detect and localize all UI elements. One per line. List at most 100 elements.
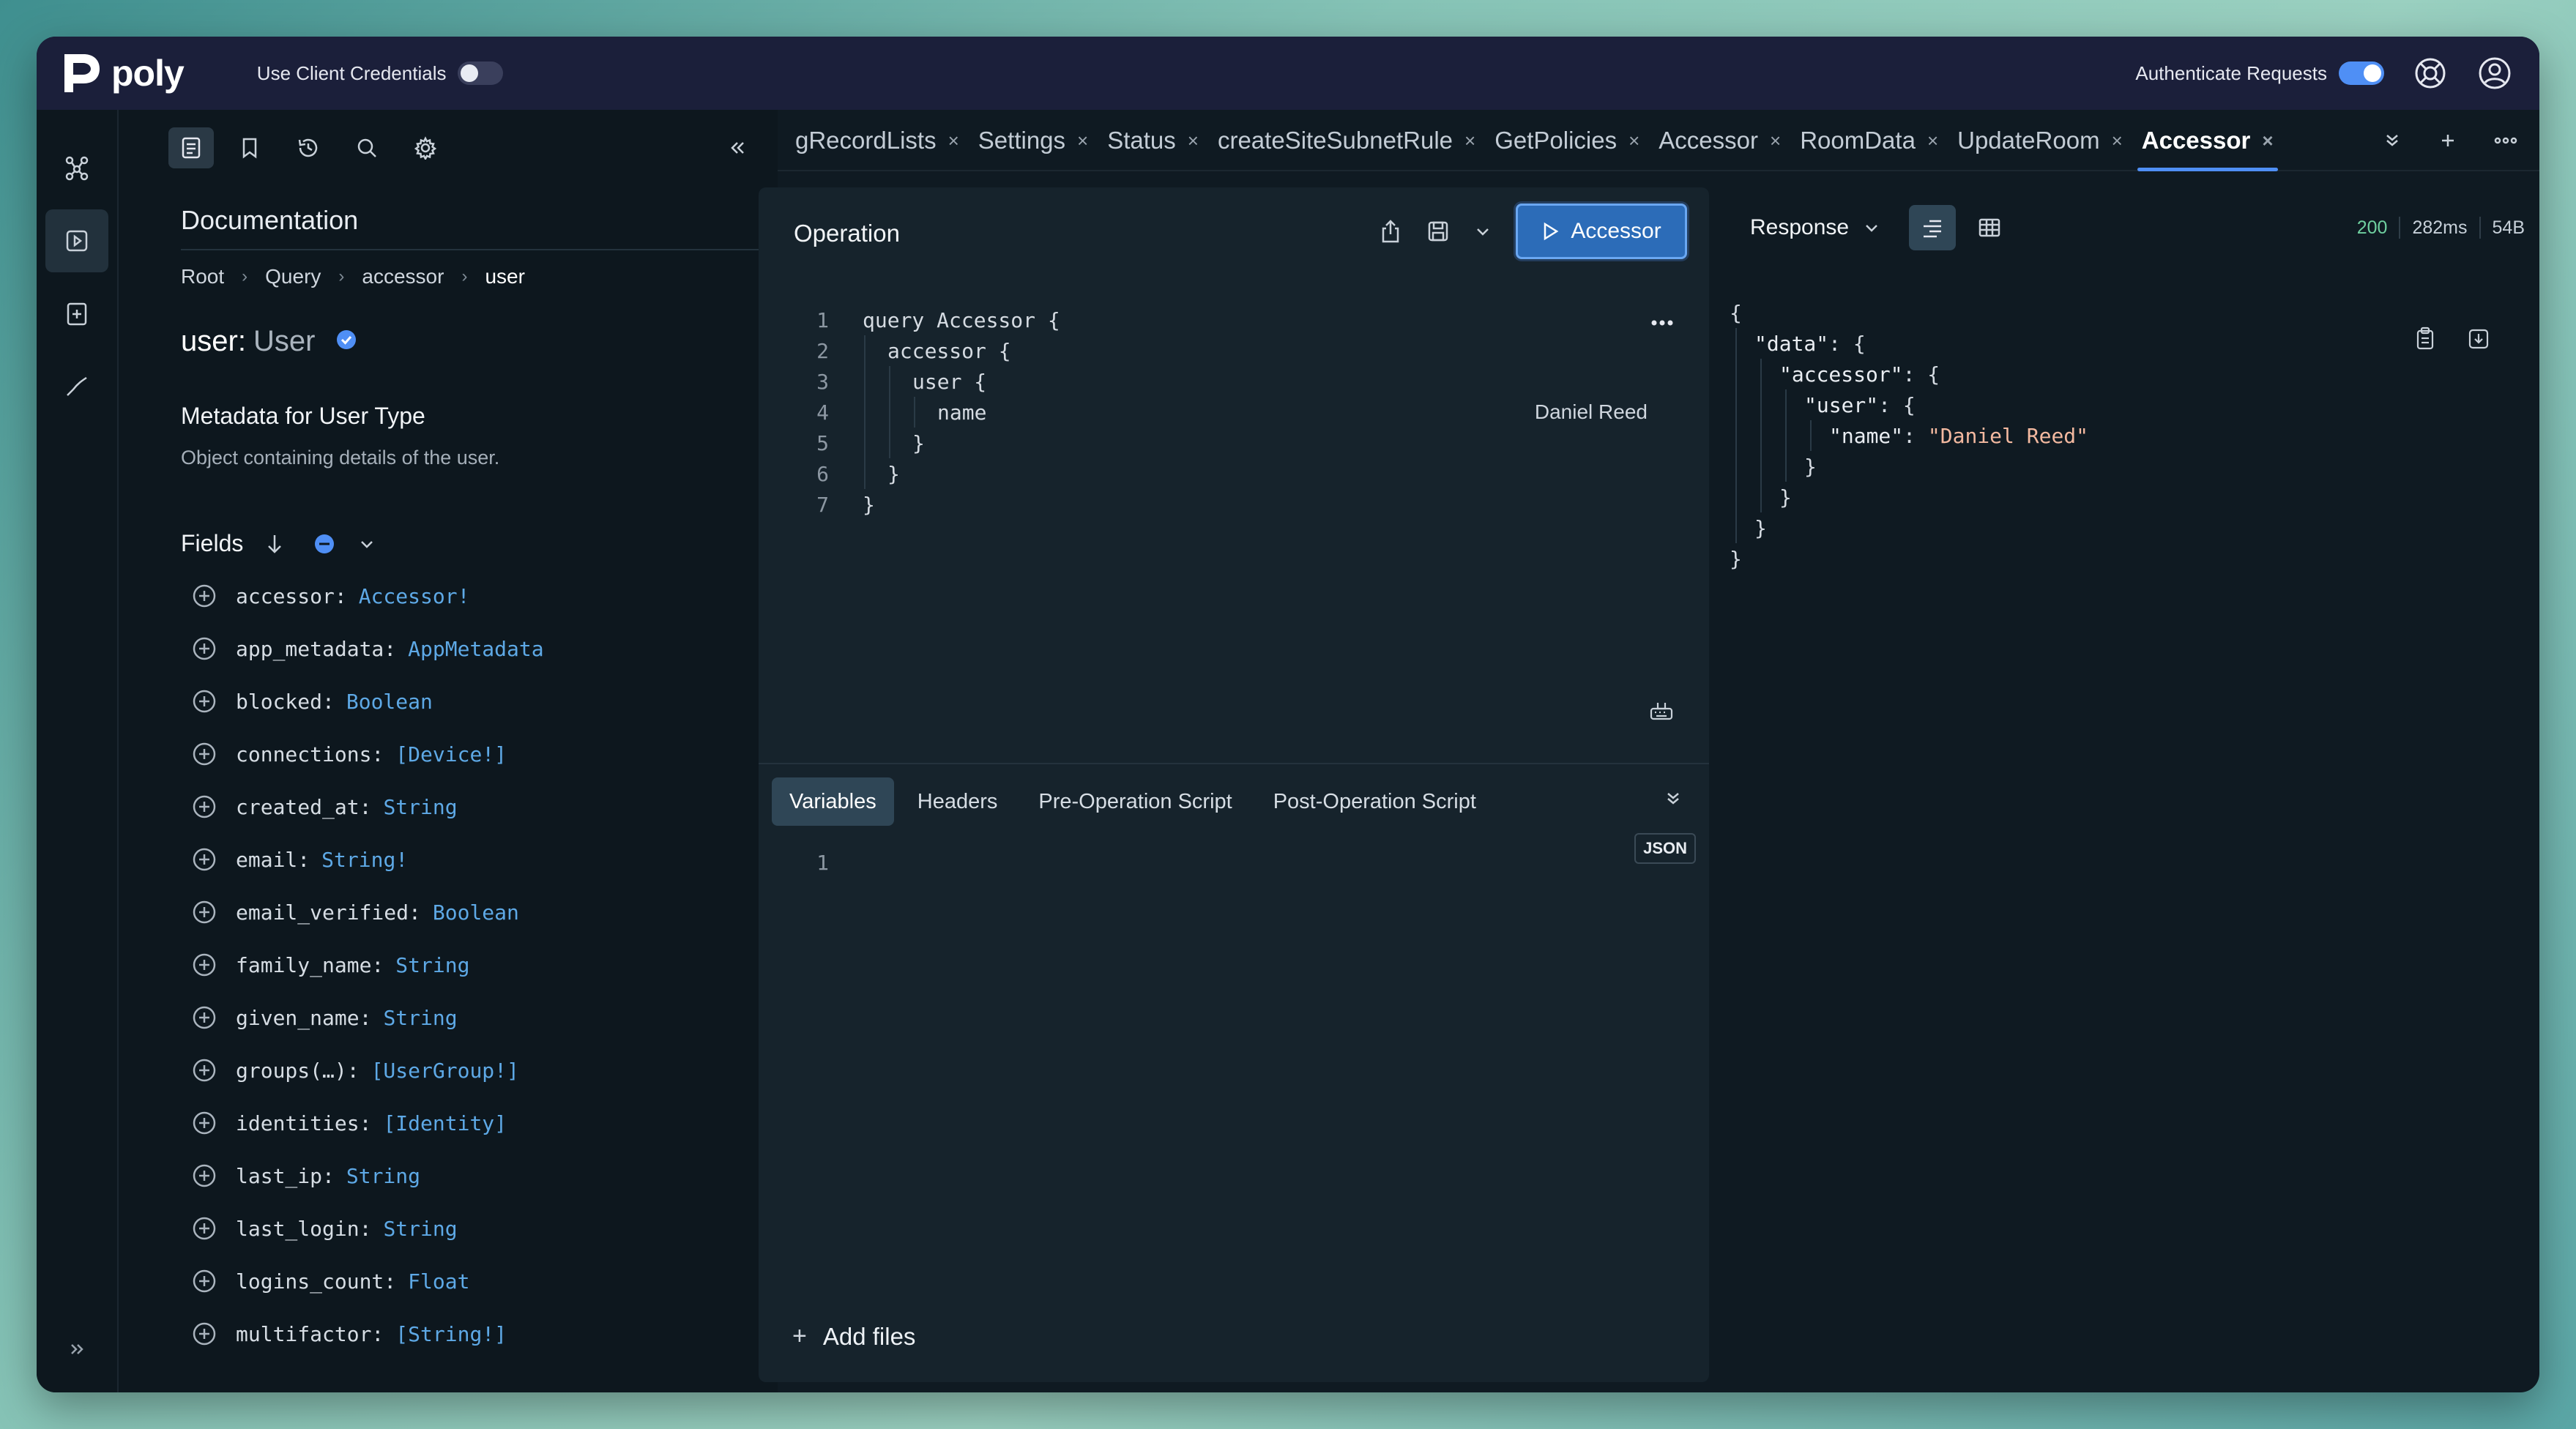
breadcrumb-query[interactable]: Query: [265, 265, 321, 288]
collapse-panel-icon[interactable]: [715, 127, 760, 168]
document-icon[interactable]: [168, 127, 214, 168]
add-field-icon[interactable]: [192, 1269, 217, 1294]
chevron-down-icon[interactable]: [359, 536, 375, 552]
close-icon[interactable]: ×: [1464, 130, 1475, 152]
add-field-icon[interactable]: [192, 742, 217, 766]
field-type[interactable]: Boolean: [346, 690, 433, 714]
field-row[interactable]: identities: [Identity]: [192, 1097, 763, 1149]
response-dropdown[interactable]: Response: [1750, 215, 1880, 240]
check-icon[interactable]: [45, 356, 108, 419]
field-row[interactable]: connections: [Device!]: [192, 728, 763, 780]
close-icon[interactable]: ×: [2262, 130, 2273, 152]
tab-accessor[interactable]: Accessor ×: [1659, 110, 1781, 171]
sort-down-icon[interactable]: [265, 533, 284, 555]
query-editor[interactable]: 1 query Accessor { 2 accessor { 3 user {…: [788, 305, 1681, 520]
add-field-icon[interactable]: [192, 847, 217, 872]
add-field-icon[interactable]: [192, 636, 217, 661]
prettify-icon[interactable]: [1649, 700, 1674, 725]
collapse-all-icon[interactable]: [313, 533, 335, 555]
close-icon[interactable]: ×: [1628, 130, 1639, 152]
add-field-icon[interactable]: [192, 1216, 217, 1241]
field-type[interactable]: String: [383, 1006, 457, 1030]
breadcrumb-root[interactable]: Root: [181, 265, 224, 288]
field-row[interactable]: last_login: String: [192, 1202, 763, 1255]
field-type[interactable]: AppMetadata: [408, 637, 543, 661]
add-field-icon[interactable]: [192, 1005, 217, 1030]
authenticate-requests-toggle[interactable]: [2339, 61, 2384, 85]
tab-grecordlists[interactable]: gRecordLists ×: [795, 110, 959, 171]
add-field-icon[interactable]: [192, 1111, 217, 1135]
field-row[interactable]: logins_count: Float: [192, 1255, 763, 1307]
field-row[interactable]: given_name: String: [192, 991, 763, 1044]
add-field-icon[interactable]: [192, 900, 217, 925]
field-type[interactable]: Float: [408, 1269, 469, 1294]
bookmark-icon[interactable]: [227, 127, 272, 168]
field-row[interactable]: email_verified: Boolean: [192, 886, 763, 939]
share-icon[interactable]: [1380, 219, 1401, 244]
tab-variables[interactable]: Variables: [772, 777, 894, 826]
field-row[interactable]: groups(…): [UserGroup!]: [192, 1044, 763, 1097]
chevron-down-icon[interactable]: [1475, 223, 1491, 239]
tab-roomdata[interactable]: RoomData ×: [1800, 110, 1938, 171]
add-field-icon[interactable]: [192, 1058, 217, 1083]
field-row[interactable]: app_metadata: AppMetadata: [192, 622, 763, 675]
copy-icon[interactable]: [2415, 327, 2435, 354]
run-icon[interactable]: [45, 209, 108, 272]
use-client-credentials-toggle[interactable]: [458, 61, 504, 85]
help-icon[interactable]: [2412, 55, 2449, 92]
field-type[interactable]: [Device!]: [395, 742, 507, 766]
breadcrumb-accessor[interactable]: accessor: [362, 265, 444, 288]
gear-icon[interactable]: [403, 127, 448, 168]
add-field-icon[interactable]: [192, 1163, 217, 1188]
tab-settings[interactable]: Settings ×: [978, 110, 1088, 171]
tab-status[interactable]: Status ×: [1107, 110, 1199, 171]
field-row[interactable]: multifactor: [String!]: [192, 1307, 763, 1360]
field-type[interactable]: [Identity]: [383, 1111, 507, 1135]
close-icon[interactable]: ×: [948, 130, 959, 152]
tab-createsitesubnetrule[interactable]: createSiteSubnetRule ×: [1218, 110, 1475, 171]
close-icon[interactable]: ×: [1077, 130, 1088, 152]
close-icon[interactable]: ×: [2112, 130, 2123, 152]
close-icon[interactable]: ×: [1927, 130, 1938, 152]
field-type[interactable]: String: [383, 795, 457, 819]
field-type[interactable]: String: [383, 1217, 457, 1241]
field-type[interactable]: Boolean: [433, 900, 519, 925]
tab-post-operation-script[interactable]: Post-Operation Script: [1256, 777, 1494, 826]
text-view-icon[interactable]: [1909, 205, 1957, 250]
close-icon[interactable]: ×: [1770, 130, 1781, 152]
tab-updateroom[interactable]: UpdateRoom ×: [1957, 110, 2123, 171]
add-field-icon[interactable]: [192, 794, 217, 819]
tab-pre-operation-script[interactable]: Pre-Operation Script: [1021, 777, 1249, 826]
add-field-icon[interactable]: [192, 583, 217, 608]
tab-headers[interactable]: Headers: [900, 777, 1016, 826]
history-icon[interactable]: [286, 127, 331, 168]
field-row[interactable]: email: String!: [192, 833, 763, 886]
field-type[interactable]: Accessor!: [359, 584, 470, 608]
close-icon[interactable]: ×: [1188, 130, 1199, 152]
search-icon[interactable]: [344, 127, 390, 168]
table-view-icon[interactable]: [1966, 205, 2013, 250]
field-type[interactable]: [UserGroup!]: [371, 1059, 519, 1083]
type-name[interactable]: User: [253, 325, 315, 358]
add-field-icon[interactable]: [192, 1321, 217, 1346]
field-row[interactable]: last_ip: String: [192, 1149, 763, 1202]
tab-accessor-active[interactable]: Accessor ×: [2137, 110, 2278, 171]
add-files-button[interactable]: + Add files: [792, 1322, 915, 1351]
collapse-variables-icon[interactable]: [1664, 789, 1683, 812]
tabs-overflow-icon[interactable]: [2383, 131, 2402, 150]
add-document-icon[interactable]: [45, 283, 108, 346]
add-field-icon[interactable]: [192, 689, 217, 714]
save-icon[interactable]: [1426, 220, 1450, 243]
add-tab-icon[interactable]: [2438, 131, 2457, 150]
field-type[interactable]: String!: [321, 848, 408, 872]
more-options-icon[interactable]: [2494, 136, 2517, 145]
double-chevron-right-icon[interactable]: [45, 1318, 108, 1381]
graph-icon[interactable]: [45, 136, 108, 199]
field-row[interactable]: blocked: Boolean: [192, 675, 763, 728]
download-icon[interactable]: [2468, 327, 2490, 354]
field-row[interactable]: family_name: String: [192, 939, 763, 991]
field-type[interactable]: String: [395, 953, 469, 977]
add-field-icon[interactable]: [192, 952, 217, 977]
field-row[interactable]: created_at: String: [192, 780, 763, 833]
response-json[interactable]: { "data": { "accessor": { "user": { "nam…: [1730, 297, 2088, 574]
